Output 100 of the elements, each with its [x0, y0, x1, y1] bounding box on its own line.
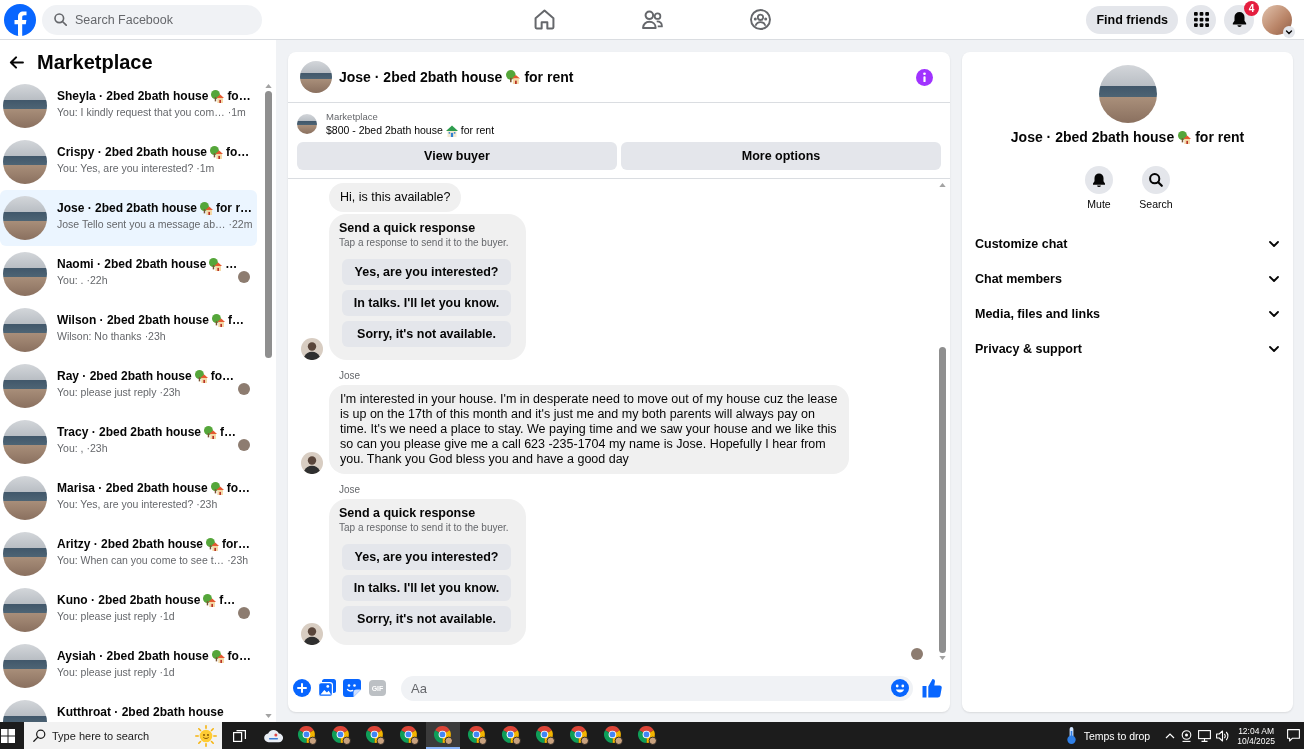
conversation-item[interactable]: Aysiah · 2bed 2bath house fo… You: please just reply ·1d	[0, 638, 257, 694]
menu-button[interactable]	[1186, 4, 1216, 35]
section-toggle[interactable]: Privacy & support	[975, 331, 1280, 366]
find-friends-button[interactable]: Find friends	[1086, 5, 1178, 34]
webcam-icon[interactable]	[1180, 729, 1194, 742]
sticker-icon[interactable]	[343, 679, 361, 697]
person-avatar	[301, 623, 323, 645]
browser-icon	[637, 726, 657, 745]
view-buyer-button[interactable]: View buyer	[297, 142, 617, 170]
friends-icon[interactable]	[641, 9, 663, 30]
sender-name: Jose	[338, 484, 361, 496]
browser-icon	[569, 726, 589, 745]
title-end: f…	[227, 312, 244, 328]
quick-response-hint: Tap a response to send it to the buyer.	[339, 236, 509, 249]
listing-photo	[3, 308, 47, 352]
photo-icon[interactable]	[318, 679, 336, 697]
conversation-item[interactable]: Aritzy · 2bed 2bath house for… You: When can you come to see t… ·23h	[0, 526, 257, 582]
groups-icon[interactable]	[749, 9, 771, 30]
weather-text[interactable]: Temps to drop	[1083, 729, 1151, 742]
quick-response-hint: Tap a response to send it to the buyer.	[339, 521, 509, 534]
message-time: ·23h	[159, 385, 181, 399]
sender-name: Jose	[338, 370, 361, 382]
network-icon[interactable]	[1198, 729, 1212, 742]
search-field[interactable]: Search Facebook	[42, 4, 262, 35]
listing-photo	[300, 61, 332, 93]
listing-photo	[3, 420, 47, 464]
house-tree-icon	[203, 593, 217, 607]
listing-photo	[3, 476, 47, 520]
conversation-item[interactable]: Jose · 2bed 2bath house for r… Jose Tello sent you a message ab… ·22m	[0, 190, 257, 246]
quick-reply-button[interactable]: In talks. I'll let you know.	[342, 575, 511, 601]
info-icon[interactable]	[916, 68, 933, 86]
chevron-up-icon[interactable]	[1165, 732, 1176, 739]
scrollbar-thumb[interactable]	[939, 347, 946, 653]
clock-time[interactable]: 12:04 AM	[1238, 725, 1275, 736]
conversation-item[interactable]: Marisa · 2bed 2bath house fo… You: Yes, are you interested? ·23h	[0, 470, 257, 526]
title-end: for r…	[216, 200, 253, 216]
conversation-item[interactable]: Ray · 2bed 2bath house fo… You: please just reply ·23h	[0, 358, 257, 414]
notifications-button[interactable]	[1224, 4, 1254, 35]
message-preview: You: please just reply	[57, 385, 157, 399]
taskbar-search-field[interactable]: Type here to search	[24, 722, 222, 749]
conversation-item[interactable]: Kuno · 2bed 2bath house f… You: please just reply ·1d	[0, 582, 257, 638]
quick-reply-button[interactable]: Yes, are you interested?	[342, 544, 511, 570]
scrollbar-thumb[interactable]	[265, 91, 272, 358]
home-icon[interactable]	[533, 9, 555, 30]
message-preview: Jose Tello sent you a message ab…	[57, 217, 226, 231]
profile-avatar[interactable]	[1262, 4, 1292, 35]
thermometer-icon	[1066, 727, 1076, 744]
task-view-icon	[232, 729, 246, 742]
conversation-item[interactable]: Crispy · 2bed 2bath house fo… You: Yes, are you interested? ·1m	[0, 134, 257, 190]
title-end: …	[225, 256, 238, 272]
message-input[interactable]: Aa	[401, 675, 913, 701]
title-end: f…	[219, 592, 236, 608]
notification-icon[interactable]	[1287, 729, 1300, 742]
conversation-item[interactable]: Wilson · 2bed 2bath house f… Wilson: No thanks ·23h	[0, 302, 257, 358]
chat-title: Jose · 2bed 2bath house	[339, 69, 503, 85]
conversation-title: Tracy · 2bed 2bath house	[57, 424, 202, 440]
thumbs-up-icon[interactable]	[922, 678, 942, 698]
quick-reply-button[interactable]: In talks. I'll let you know.	[342, 290, 511, 316]
chevron-down-icon[interactable]	[1283, 25, 1295, 38]
quick-reply-button[interactable]: Yes, are you interested?	[342, 259, 511, 285]
search-button[interactable]: Search	[1136, 166, 1176, 211]
conversation-title: Crispy · 2bed 2bath house	[57, 144, 208, 160]
house-tree-icon	[210, 145, 224, 159]
listing-photo	[3, 252, 47, 296]
clock-date[interactable]: 10/4/2025	[1237, 735, 1275, 746]
details-title: Jose · 2bed 2bath house	[1010, 128, 1175, 146]
back-arrow-icon[interactable]	[9, 55, 24, 69]
chat-title-end: for rent	[524, 69, 574, 85]
quick-reply-button[interactable]: Sorry, it's not available.	[342, 321, 511, 347]
house-tree-icon	[211, 89, 225, 103]
title-end: fo…	[227, 88, 251, 104]
section-toggle[interactable]: Customize chat	[975, 226, 1280, 261]
conversation-item[interactable]: Naomi · 2bed 2bath house … You: . ·22h	[0, 246, 257, 302]
conversation-title: Ray · 2bed 2bath house	[57, 368, 192, 384]
message-time: ·1m	[196, 161, 215, 175]
conversation-title: Kuno · 2bed 2bath house	[57, 592, 201, 608]
listing-title: $800 - 2bed 2bath house	[326, 123, 443, 138]
volume-icon[interactable]	[1216, 729, 1230, 742]
grid-icon	[1193, 12, 1209, 27]
conversation-title: Naomi · 2bed 2bath house	[57, 256, 207, 272]
windows-logo-icon[interactable]	[1, 728, 15, 743]
emoji-icon[interactable]	[891, 679, 909, 697]
house-tree-icon	[200, 201, 214, 215]
logo-icon[interactable]	[4, 3, 36, 36]
more-options-button[interactable]: More options	[621, 142, 941, 170]
listing-photo	[297, 114, 317, 134]
details-title-end: for rent	[1195, 128, 1245, 146]
title-end: fo…	[210, 368, 235, 384]
mute-button[interactable]: Mute	[1079, 166, 1119, 211]
taskbar-app-button[interactable]	[426, 722, 460, 749]
add-icon[interactable]	[293, 679, 311, 697]
section-toggle[interactable]: Media, files and links	[975, 296, 1280, 331]
message-preview: Wilson: No thanks	[57, 329, 142, 343]
conversation-item[interactable]: Tracy · 2bed 2bath house f… You: , ·23h	[0, 414, 257, 470]
message-preview: You: Yes, are you interested?	[57, 161, 194, 175]
conversation-item[interactable]: Sheyla · 2bed 2bath house fo… You: I kindly request that you com… ·1m	[0, 78, 257, 134]
section-toggle[interactable]: Chat members	[975, 261, 1280, 296]
message-time: ·22h	[86, 273, 108, 287]
conversation-title: Sheyla · 2bed 2bath house	[57, 88, 209, 104]
quick-reply-button[interactable]: Sorry, it's not available.	[342, 606, 511, 632]
